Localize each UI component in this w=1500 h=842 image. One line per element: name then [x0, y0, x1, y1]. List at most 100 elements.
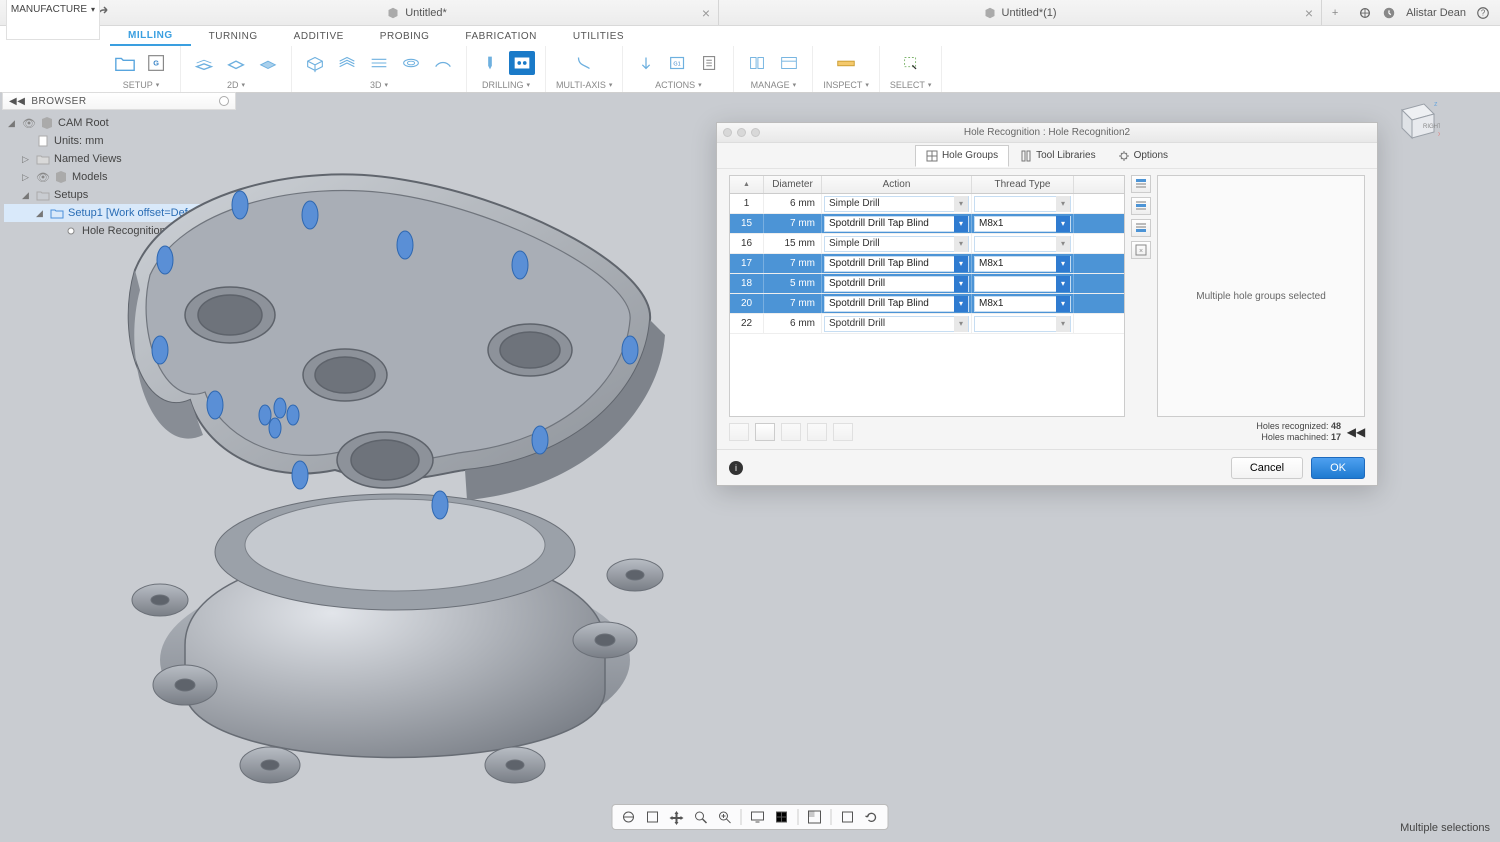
select-icon[interactable] — [898, 51, 924, 75]
document-tab-1[interactable]: Untitled* × — [116, 0, 719, 25]
grid-row[interactable]: 226 mmSpotdrill Drill▾▾ — [730, 314, 1124, 334]
collapse-icon[interactable]: ◀◀ — [9, 96, 25, 107]
select-all-button[interactable] — [1131, 175, 1151, 193]
action-combo[interactable]: Spotdrill Drill▾ — [824, 276, 969, 292]
expand-icon[interactable]: ▷ — [22, 172, 32, 183]
tab-hole-groups[interactable]: Hole Groups — [915, 145, 1009, 167]
ungroup-button[interactable] — [755, 423, 775, 441]
ribbon-group-label[interactable]: 3D — [370, 80, 388, 90]
tab-tool-libraries[interactable]: Tool Libraries — [1009, 145, 1106, 167]
pan-icon[interactable] — [669, 809, 685, 825]
zoom-icon[interactable] — [693, 809, 709, 825]
chevron-down-icon[interactable]: ▾ — [954, 256, 968, 272]
snap-icon[interactable] — [840, 809, 856, 825]
measure-icon[interactable] — [833, 51, 859, 75]
expand-icon[interactable]: ▷ — [22, 154, 32, 165]
tree-node-cam-root[interactable]: ◢ 👁 CAM Root — [4, 114, 234, 132]
filter-button[interactable] — [1131, 219, 1151, 237]
visibility-icon[interactable]: 👁 — [36, 171, 50, 184]
fit-icon[interactable] — [717, 809, 733, 825]
3d-adaptive-icon[interactable] — [302, 51, 328, 75]
info-icon[interactable]: i — [729, 461, 743, 475]
column-diameter[interactable]: Diameter — [764, 176, 822, 193]
grid-row[interactable]: 177 mmSpotdrill Drill Tap Blind▾M8x1▾ — [730, 254, 1124, 274]
thread-combo[interactable]: ▾ — [974, 236, 1071, 252]
ribbon-group-label[interactable]: INSPECT — [823, 80, 869, 90]
ribbon-tab-utilities[interactable]: UTILITIES — [555, 26, 642, 46]
chevron-down-icon[interactable]: ▾ — [1056, 236, 1070, 252]
thread-combo[interactable]: ▾ — [974, 196, 1071, 212]
ribbon-tab-probing[interactable]: PROBING — [362, 26, 448, 46]
2d-adaptive-icon[interactable] — [191, 51, 217, 75]
ribbon-group-label[interactable]: SETUP — [123, 80, 160, 90]
display-settings-icon[interactable] — [750, 809, 766, 825]
3d-contour-icon[interactable] — [398, 51, 424, 75]
notifications-icon[interactable] — [1382, 6, 1396, 20]
ribbon-group-label[interactable]: DRILLING — [482, 80, 530, 90]
ribbon-tab-fabrication[interactable]: FABRICATION — [447, 26, 554, 46]
task-manager-icon[interactable] — [776, 51, 802, 75]
chevron-down-icon[interactable]: ▾ — [954, 216, 968, 232]
simulate-icon[interactable]: G1 — [665, 51, 691, 75]
document-tab-2[interactable]: Untitled*(1) × — [719, 0, 1322, 25]
look-at-icon[interactable] — [645, 809, 661, 825]
expand-icon[interactable]: ◢ — [8, 118, 18, 129]
ribbon-group-label[interactable]: MANAGE — [751, 80, 797, 90]
ribbon-group-label[interactable]: MULTI-AXIS — [556, 80, 612, 90]
generate-icon[interactable] — [633, 51, 659, 75]
model-3d-view[interactable] — [95, 140, 685, 820]
window-controls[interactable] — [723, 128, 760, 137]
chevron-down-icon[interactable]: ▾ — [1056, 276, 1070, 292]
chevron-down-icon[interactable]: ▾ — [954, 236, 968, 252]
setup-folder-icon[interactable] — [112, 51, 138, 75]
extensions-icon[interactable] — [1358, 6, 1372, 20]
browser-settings-icon[interactable] — [219, 96, 229, 106]
thread-combo[interactable]: M8x1▾ — [974, 256, 1071, 272]
grid-settings-icon[interactable] — [774, 809, 790, 825]
grid-row[interactable]: 16 mmSimple Drill▾▾ — [730, 194, 1124, 214]
thread-combo[interactable]: M8x1▾ — [974, 216, 1071, 232]
grid-row[interactable]: 185 mmSpotdrill Drill▾▾ — [730, 274, 1124, 294]
column-thread[interactable]: Thread Type — [972, 176, 1074, 193]
column-action[interactable]: Action — [822, 176, 972, 193]
ribbon-tab-turning[interactable]: TURNING — [191, 26, 276, 46]
nc-program-icon[interactable]: G — [144, 51, 170, 75]
swarf-icon[interactable] — [571, 51, 597, 75]
collapse-preview-icon[interactable]: ◀◀ — [1347, 423, 1365, 441]
thread-combo[interactable]: M8x1▾ — [974, 296, 1071, 312]
chevron-down-icon[interactable]: ▾ — [954, 276, 968, 292]
cancel-button[interactable]: Cancel — [1231, 457, 1303, 479]
chevron-down-icon[interactable]: ▾ — [954, 296, 968, 312]
user-name[interactable]: Alistar Dean — [1406, 7, 1466, 19]
reset-button[interactable]: × — [1131, 241, 1151, 259]
expand-icon[interactable]: ◢ — [36, 208, 46, 219]
viewcube[interactable]: RIGHT z x — [1390, 96, 1440, 146]
action-combo[interactable]: Simple Drill▾ — [824, 236, 969, 252]
chevron-down-icon[interactable]: ▾ — [1056, 296, 1070, 312]
visibility-icon[interactable]: 👁 — [22, 117, 36, 130]
action-combo[interactable]: Spotdrill Drill▾ — [824, 316, 969, 332]
action-combo[interactable]: Spotdrill Drill Tap Blind▾ — [824, 296, 969, 312]
tool-library-icon[interactable] — [744, 51, 770, 75]
ribbon-tab-milling[interactable]: MILLING — [110, 26, 191, 46]
2d-pocket-icon[interactable] — [223, 51, 249, 75]
chevron-down-icon[interactable]: ▾ — [1056, 216, 1070, 232]
action-combo[interactable]: Simple Drill▾ — [824, 196, 969, 212]
3d-ramp-icon[interactable] — [430, 51, 456, 75]
refresh-icon[interactable] — [864, 809, 880, 825]
viewport-icon[interactable] — [807, 809, 823, 825]
chevron-down-icon[interactable]: ▾ — [1056, 256, 1070, 272]
chevron-down-icon[interactable]: ▾ — [954, 316, 968, 332]
chevron-down-icon[interactable]: ▾ — [1056, 196, 1070, 212]
3d-horizontal-icon[interactable] — [366, 51, 392, 75]
browser-header[interactable]: ◀◀ BROWSER — [2, 92, 236, 110]
workspace-switcher[interactable]: MANUFACTURE — [6, 0, 100, 40]
ribbon-group-label[interactable]: 2D — [227, 80, 245, 90]
close-icon[interactable]: × — [1305, 5, 1313, 21]
tab-options[interactable]: Options — [1107, 145, 1179, 167]
action-combo[interactable]: Spotdrill Drill Tap Blind▾ — [824, 216, 969, 232]
ok-button[interactable]: OK — [1311, 457, 1365, 479]
new-tab-button[interactable]: + — [1322, 7, 1348, 19]
2d-face-icon[interactable] — [255, 51, 281, 75]
select-none-button[interactable] — [1131, 197, 1151, 215]
